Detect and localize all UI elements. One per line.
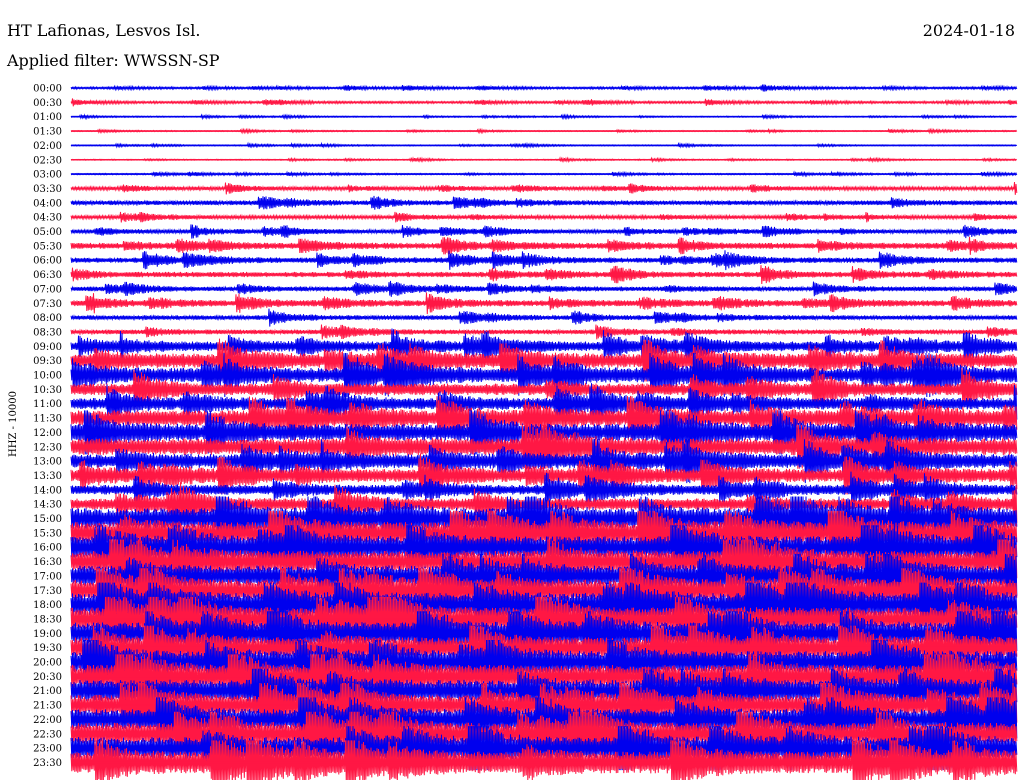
row-time-label: 15:30 bbox=[33, 528, 62, 539]
row-time-label: 22:00 bbox=[33, 715, 62, 726]
row-time-label: 05:00 bbox=[33, 227, 62, 238]
row-time-label: 10:00 bbox=[33, 371, 62, 382]
row-time-label: 03:00 bbox=[33, 170, 62, 181]
row-time-label: 11:30 bbox=[33, 414, 62, 425]
row-time-label: 00:30 bbox=[33, 98, 62, 109]
row-time-label: 14:30 bbox=[33, 500, 62, 511]
row-time-label: 23:30 bbox=[33, 758, 62, 769]
row-time-label: 05:30 bbox=[33, 241, 62, 252]
row-time-label: 20:00 bbox=[33, 658, 62, 669]
row-time-label: 07:00 bbox=[33, 284, 62, 295]
row-time-label: 12:30 bbox=[33, 442, 62, 453]
row-time-label: 04:00 bbox=[33, 198, 62, 209]
row-time-label: 22:30 bbox=[33, 729, 62, 740]
row-time-label: 21:30 bbox=[33, 701, 62, 712]
row-time-label: 16:30 bbox=[33, 557, 62, 568]
row-time-label: 06:00 bbox=[33, 256, 62, 267]
row-time-label: 19:00 bbox=[33, 629, 62, 640]
row-time-label: 14:00 bbox=[33, 485, 62, 496]
row-time-label: 18:00 bbox=[33, 600, 62, 611]
row-time-label: 23:00 bbox=[33, 744, 62, 755]
row-time-label: 11:00 bbox=[33, 399, 62, 410]
row-time-label: 19:30 bbox=[33, 643, 62, 654]
helicorder-plot: 00:00 00:30 01:00 01:30 02:00 02:30 03:00 03:30… bbox=[8, 84, 1018, 780]
row-time-label: 10:30 bbox=[33, 385, 62, 396]
row-time-label: 02:00 bbox=[33, 141, 62, 152]
row-time-label: 02:30 bbox=[33, 155, 62, 166]
row-time-label: 17:30 bbox=[33, 586, 62, 597]
row-time-label: 12:00 bbox=[33, 428, 62, 439]
scale-label: HHZ - 10000 bbox=[8, 391, 19, 457]
row-time-label: 04:30 bbox=[33, 213, 62, 224]
row-time-label: 16:00 bbox=[33, 543, 62, 554]
row-time-label: 13:30 bbox=[33, 471, 62, 482]
helicorder-root: HT Lafionas, Lesvos Isl. 2024-01-18 Appl… bbox=[0, 0, 1024, 780]
row-time-label: 08:00 bbox=[33, 313, 62, 324]
row-time-label: 13:00 bbox=[33, 457, 62, 468]
trace-group bbox=[70, 84, 1018, 780]
row-time-label: 07:30 bbox=[33, 299, 62, 310]
row-time-label: 18:30 bbox=[33, 614, 62, 625]
row-time-label: 01:30 bbox=[33, 127, 62, 138]
row-time-label: 00:00 bbox=[33, 84, 62, 95]
row-time-label: 06:30 bbox=[33, 270, 62, 281]
row-time-label: 01:00 bbox=[33, 112, 62, 123]
row-time-label: 08:30 bbox=[33, 327, 62, 338]
time-label-group: 00:00 00:30 01:00 01:30 02:00 02:30 03:00 03:30… bbox=[33, 84, 62, 769]
row-time-label: 15:00 bbox=[33, 514, 62, 525]
row-time-label: 20:30 bbox=[33, 672, 62, 683]
row-time-label: 21:00 bbox=[33, 686, 62, 697]
row-time-label: 03:30 bbox=[33, 184, 62, 195]
row-time-label: 09:30 bbox=[33, 356, 62, 367]
row-time-label: 17:00 bbox=[33, 571, 62, 582]
row-time-label: 09:00 bbox=[33, 342, 62, 353]
